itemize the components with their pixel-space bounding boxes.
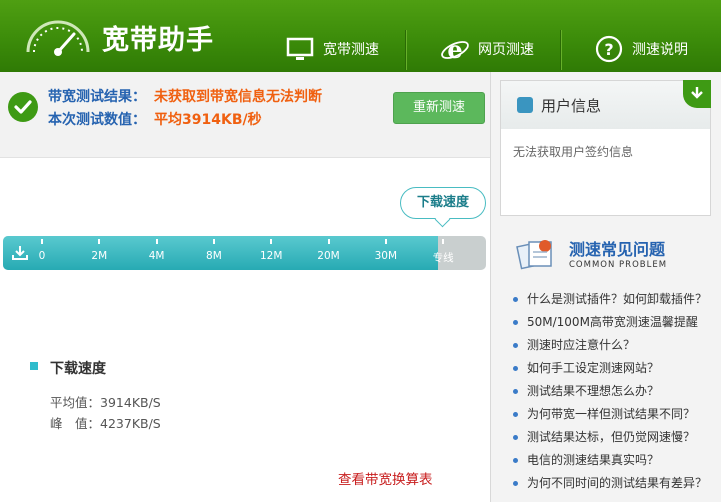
average-speed-line: 平均值：3914KB/S	[50, 392, 161, 411]
side-panel: 用户信息 无法获取用户签约信息 测速常见问题 COMMON PROBLEM 什么…	[490, 72, 721, 502]
ie-browser-icon: e	[441, 35, 469, 64]
svg-text:?: ?	[604, 40, 613, 59]
gauge-tick	[212, 239, 215, 244]
faq-subtitle: COMMON PROBLEM	[569, 260, 668, 270]
help-question-icon: ?	[595, 35, 623, 63]
nav-label: 网页测速	[478, 42, 534, 58]
peak-label: 峰 值：	[50, 416, 101, 431]
gauge-tick	[327, 239, 330, 244]
retest-button[interactable]: 重新测速	[393, 92, 485, 124]
gauge-tick	[270, 239, 273, 244]
gauge-tick	[41, 239, 43, 244]
user-info-icon	[517, 97, 533, 113]
legend-square	[30, 362, 38, 370]
app-title: 宽带助手	[102, 25, 214, 56]
result-value: 平均3914KB/秒	[154, 112, 262, 128]
speedometer-logo-icon	[26, 20, 90, 56]
bandwidth-result-line: 带宽测试结果： 未获取到带宽信息无法判断	[48, 86, 322, 106]
peak-value: 4237KB/S	[100, 416, 161, 431]
nav-webpage-speed-test[interactable]: e 网页测速	[440, 26, 534, 72]
faq-item[interactable]: 什么是测试插件？如何卸载插件？	[511, 288, 716, 311]
gauge-tick-label: 20M	[317, 250, 340, 262]
gauge-tick-label: 专线	[432, 252, 454, 264]
gauge-tick	[155, 239, 158, 244]
faq-item[interactable]: 测试结果达标，但仍觉网速慢？	[511, 426, 716, 449]
faq-header: 测速常见问题 COMMON PROBLEM	[511, 232, 701, 278]
faq-illustration-icon	[516, 240, 552, 270]
average-label: 平均值：	[50, 395, 101, 410]
result-label: 本次测试数值：	[48, 112, 146, 128]
faq-title: 测速常见问题	[569, 240, 666, 259]
bandwidth-conversion-link[interactable]: 查看带宽换算表	[338, 468, 433, 488]
nav-divider	[560, 30, 561, 70]
faq-item[interactable]: 为何不同时间的测试结果有差异？	[511, 472, 716, 495]
gauge-tick-label: 8M	[206, 250, 222, 262]
gauge-tick	[442, 239, 445, 244]
faq-list: 什么是测试插件？如何卸载插件？ 50M/100M高带宽测速温馨提醒 测速时应注意…	[511, 288, 716, 495]
faq-item[interactable]: 测试结果不理想怎么办？	[511, 380, 716, 403]
gauge-tick	[98, 239, 101, 244]
nav-label: 宽带测速	[323, 42, 379, 58]
checkmark-icon	[8, 92, 38, 122]
faq-item[interactable]: 50M/100M高带宽测速温馨提醒	[511, 311, 716, 334]
nav-divider	[405, 30, 406, 70]
user-info-card: 用户信息 无法获取用户签约信息	[500, 80, 711, 216]
gauge-tick-label: 12M	[259, 250, 283, 262]
test-value-line: 本次测试数值： 平均3914KB/秒	[48, 109, 262, 129]
user-info-title: 用户信息	[541, 97, 602, 115]
faq-item[interactable]: 为何带宽一样但测试结果不同？	[511, 403, 716, 426]
speed-gauge-bar: 0 2M 4M 8M 12M 20M 30M 专线	[3, 236, 486, 270]
faq-item[interactable]: 如何手工设定测速网站？	[511, 357, 716, 380]
peak-speed-line: 峰 值：4237KB/S	[50, 413, 161, 432]
result-panel: 带宽测试结果： 未获取到带宽信息无法判断 本次测试数值： 平均3914KB/秒 重新…	[0, 72, 490, 502]
nav-speed-test-help[interactable]: ? 测速说明	[594, 26, 688, 72]
monitor-icon	[286, 37, 314, 60]
gauge-tick	[384, 239, 387, 244]
gauge-tick-label: 30M	[374, 250, 398, 262]
nav-label: 测速说明	[632, 42, 688, 58]
gauge-tick-label: 2M	[91, 250, 108, 262]
gauge-tick-label: 0	[38, 250, 46, 262]
result-label: 带宽测试结果：	[48, 89, 146, 105]
download-icon	[12, 246, 28, 260]
user-info-message: 无法获取用户签约信息	[513, 145, 634, 159]
user-info-header: 用户信息	[501, 81, 710, 129]
download-speed-bubble: 下载速度	[400, 187, 486, 219]
result-value: 未获取到带宽信息无法判断	[154, 89, 322, 105]
collapse-arrow-icon[interactable]	[683, 80, 711, 108]
gauge-tick-label: 4M	[148, 250, 165, 262]
svg-text:e: e	[447, 35, 462, 64]
app-header: 宽带助手 宽带测速 e 网页测速 ? 测速说明	[0, 0, 721, 72]
result-summary: 带宽测试结果： 未获取到带宽信息无法判断 本次测试数值： 平均3914KB/秒 重新…	[0, 72, 490, 158]
average-value: 3914KB/S	[100, 395, 161, 410]
nav-broadband-speed-test[interactable]: 宽带测速	[285, 26, 379, 72]
detail-title: 下载速度	[50, 361, 106, 377]
faq-item[interactable]: 电信的测速结果真实吗？	[511, 449, 716, 472]
faq-item[interactable]: 测速时应注意什么？	[511, 334, 716, 357]
